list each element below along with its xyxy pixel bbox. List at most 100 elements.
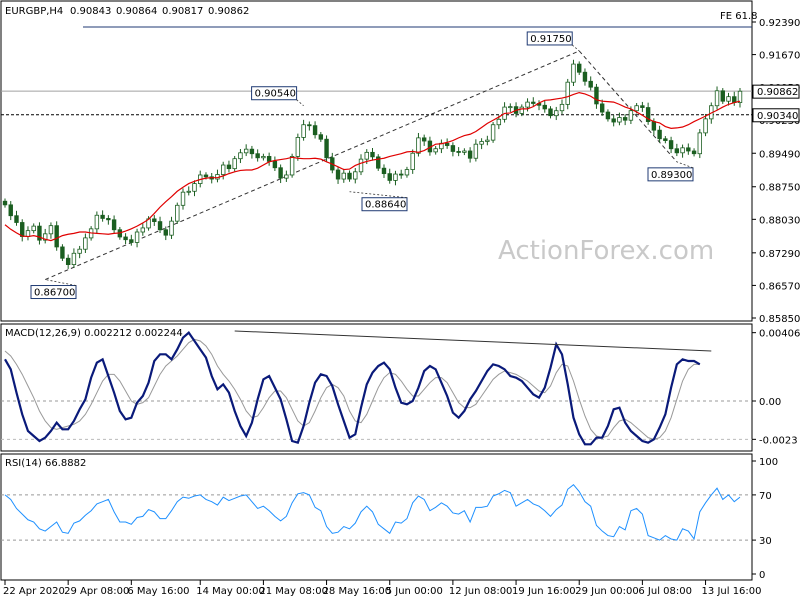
x-tick-label: 29 Jun 00:00 (575, 586, 639, 597)
annotation-label: 0.90540 (255, 89, 296, 100)
price-tick-label: 0.89490 (759, 149, 800, 160)
candle-body (278, 167, 283, 179)
x-tick-label: 12 Jun 08:00 (449, 586, 513, 597)
candle-body (163, 229, 168, 236)
rsi-tick-label: 0 (759, 570, 765, 581)
candle-body (628, 110, 634, 121)
candle-body (467, 150, 473, 159)
candle-body (559, 103, 565, 112)
watermark: ActionForex.com (498, 236, 714, 266)
macd-tick-label: 0.00 (759, 397, 781, 408)
x-tick-label: 21 May 08:00 (259, 586, 328, 597)
candle-body (508, 106, 513, 109)
candle-body (186, 190, 191, 193)
candle-body (496, 118, 502, 126)
candle (697, 129, 703, 159)
rsi-pane-title: RSI(14) 66.8882 (5, 458, 86, 469)
price-ohlc-open: 0.90843 (70, 6, 111, 17)
candle (54, 221, 59, 251)
x-tick-label: 6 May 16:00 (127, 586, 189, 597)
candle-body (71, 252, 77, 265)
candle-body (353, 171, 358, 180)
candle (376, 154, 381, 171)
macd-pane-title: MACD(12,26,9) 0.002212 0.002244 (5, 328, 183, 339)
candle (490, 122, 496, 143)
eurgbp-h4-chart: ActionForex.com 0.86700 0.90540 0.88640 0.9… (0, 0, 800, 600)
rsi-tick-label: 30 (759, 536, 772, 547)
annotation-label: 0.91750 (530, 34, 571, 45)
candle-body (335, 169, 341, 180)
candle-body (473, 143, 479, 159)
candle-body (203, 174, 209, 178)
candle-body (634, 105, 639, 112)
candle-body (703, 118, 708, 134)
candle-body (554, 110, 559, 117)
candle-body (232, 158, 237, 170)
candle-body (599, 103, 605, 113)
candle-body (341, 172, 346, 180)
candle-body (565, 81, 570, 105)
candle-body (94, 214, 100, 230)
candle-body (577, 63, 582, 73)
x-tick-label: 29 Apr 08:00 (64, 586, 129, 597)
candle-body (60, 246, 65, 259)
candle-body (295, 137, 301, 157)
price-tick-label: 0.85850 (759, 314, 800, 325)
candle-body (226, 164, 232, 170)
candle-body (571, 63, 576, 83)
candle-body (65, 257, 71, 265)
price-ohlc-low: 0.90817 (162, 6, 203, 17)
fe-label: FE 61.8 (720, 11, 758, 22)
candle-body (255, 153, 260, 159)
candle-body (301, 124, 306, 138)
candle-body (25, 230, 31, 237)
candle-body (399, 173, 404, 176)
annotation-label: 0.86700 (34, 288, 75, 299)
annotation-label: 0.88640 (365, 200, 406, 211)
candle-body (169, 220, 174, 236)
candle-body (249, 148, 255, 155)
candle-body (2, 200, 8, 206)
candle-body (387, 173, 392, 181)
price-tick-label: 0.92390 (759, 18, 800, 29)
candle-body (243, 148, 249, 154)
price-tag-0.90340: 0.90340 (752, 108, 800, 123)
rsi-tick-label: 100 (759, 457, 778, 468)
candle (565, 78, 570, 110)
candle-body (100, 214, 105, 219)
price-tick-label: 0.87290 (759, 249, 800, 260)
candle-body (106, 218, 111, 221)
candle-body (605, 111, 611, 120)
price-tick-label: 0.86570 (759, 281, 800, 292)
candle-body (140, 227, 146, 233)
candle-body (531, 101, 536, 104)
x-tick-label: 22 Apr 2020 (3, 586, 65, 597)
candle-body (726, 96, 731, 102)
candle-body (83, 237, 88, 250)
price-tag-label: 0.90340 (757, 111, 798, 122)
candle (295, 133, 301, 161)
candle-body (238, 152, 243, 160)
price-tick-label: 0.88030 (759, 215, 800, 226)
candle-body (651, 121, 657, 131)
candle-body (318, 134, 324, 140)
candle-body (370, 151, 375, 158)
price-pane-title: EURGBP,H4 (5, 6, 63, 17)
candle-body (157, 221, 163, 231)
x-tick-label: 19 Jun 16:00 (512, 586, 576, 597)
candle-body (617, 117, 622, 123)
candle-body (307, 124, 312, 127)
price-tag-label: 0.90862 (757, 87, 798, 98)
candle-body (14, 215, 19, 223)
candle-body (180, 191, 186, 206)
candle-body (261, 156, 266, 159)
candle-body (393, 173, 398, 181)
candle-body (720, 90, 725, 102)
candle-body (324, 138, 329, 159)
candle-body (450, 145, 456, 152)
candle-body (54, 225, 59, 248)
candle-body (192, 183, 197, 192)
candle (324, 135, 329, 163)
candle-body (668, 140, 674, 150)
candle-body (479, 141, 484, 145)
